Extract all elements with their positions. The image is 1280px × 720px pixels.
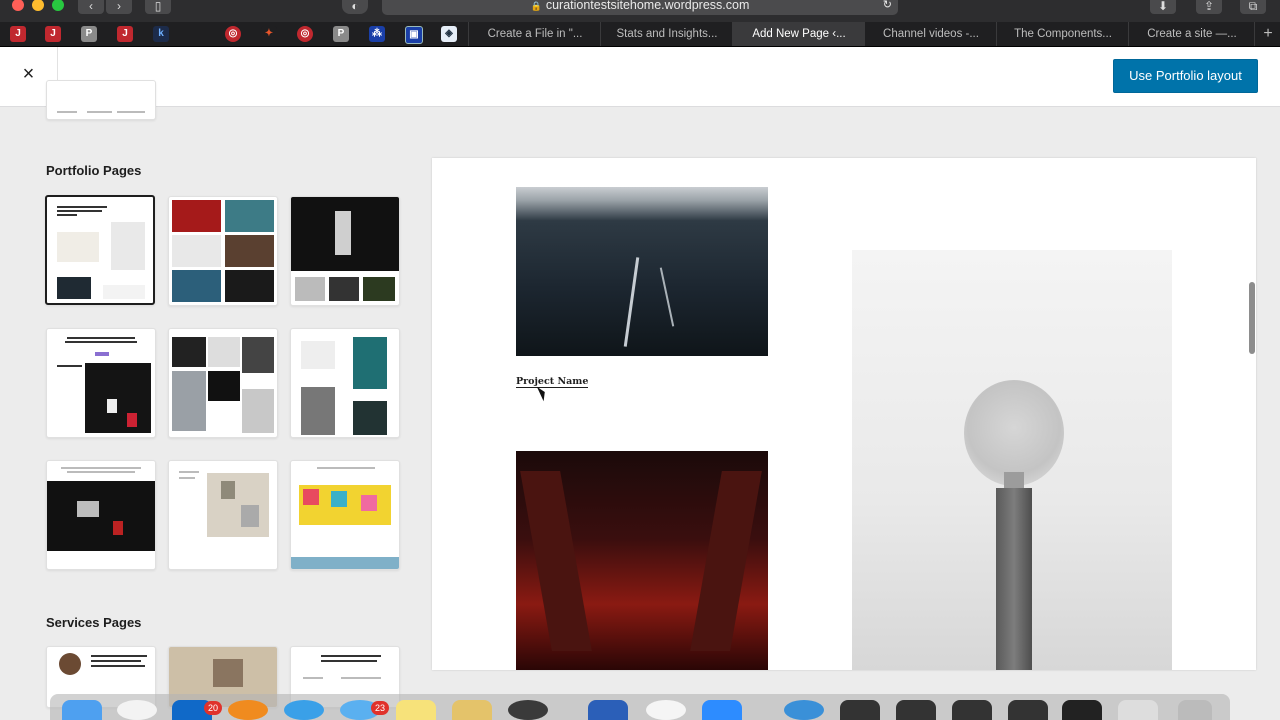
word-icon[interactable]: [588, 700, 628, 720]
layout-thumb-previous[interactable]: [46, 80, 156, 120]
layout-thumb-portfolio-2[interactable]: [168, 196, 278, 306]
address-bar[interactable]: 🔒 curationtestsitehome.wordpress.com ↻: [382, 0, 898, 15]
pinned-tab-icon-1[interactable]: J: [10, 26, 26, 42]
layout-thumb-portfolio-4[interactable]: [46, 328, 156, 438]
minimized-window-1[interactable]: [840, 700, 880, 720]
layout-thumb-portfolio-1[interactable]: [45, 195, 155, 305]
preview-image-tv-tower: [852, 250, 1172, 670]
music-icon[interactable]: [646, 700, 686, 720]
preview-app-icon[interactable]: [452, 700, 492, 720]
pinned-tab-icon-3[interactable]: P: [81, 26, 97, 42]
browser-toolbar: ‹ › ▯ ◐ 🔒 curationtestsitehome.wordpress.…: [0, 0, 1280, 22]
finder-icon[interactable]: [62, 700, 102, 720]
pinned-tab-icon-11[interactable]: ▣: [405, 26, 423, 44]
trash-icon[interactable]: [1178, 700, 1212, 720]
tab-3-active[interactable]: Add New Page ‹...: [732, 22, 865, 46]
lock-icon: 🔒: [530, 1, 542, 11]
close-window-button[interactable]: [12, 0, 24, 11]
minimized-window-3[interactable]: [952, 700, 992, 720]
zoom-icon[interactable]: [702, 700, 742, 720]
pinned-tab-icon-9[interactable]: P: [333, 26, 349, 42]
preview-image-ice-sea: [516, 187, 768, 356]
sidebar-toggle-icon[interactable]: ▯: [145, 0, 171, 14]
minimized-window-5[interactable]: [1062, 700, 1102, 720]
editor-header: × Use Portfolio layout: [0, 47, 1280, 107]
network-icon[interactable]: [784, 700, 824, 720]
reload-icon[interactable]: ↻: [883, 0, 892, 11]
layout-thumb-portfolio-8[interactable]: [168, 460, 278, 570]
pinned-tab-icon-10[interactable]: ⁂: [369, 26, 385, 42]
macos-dock: [50, 694, 1230, 720]
pinned-tab-icon-6[interactable]: ◎: [225, 26, 241, 42]
tab-6[interactable]: Create a site —...: [1128, 22, 1255, 46]
project-name-link[interactable]: Project Name: [516, 376, 589, 388]
back-button[interactable]: ‹: [78, 0, 104, 14]
quicktime-icon[interactable]: [508, 700, 548, 720]
layout-thumb-portfolio-3[interactable]: [290, 196, 400, 306]
chrome-icon[interactable]: [117, 700, 157, 720]
preview-image-red-ceiling: [516, 451, 768, 670]
portfolio-pages-title: Portfolio Pages: [46, 163, 142, 178]
layout-thumb-portfolio-6[interactable]: [290, 328, 400, 438]
use-layout-button[interactable]: Use Portfolio layout: [1113, 59, 1258, 93]
pinned-tab-icon-12[interactable]: ◈: [441, 26, 457, 42]
pinned-tab-icon-8[interactable]: ◎: [297, 26, 313, 42]
layout-thumb-portfolio-7[interactable]: [46, 460, 156, 570]
url-text: curationtestsitehome.wordpress.com: [545, 0, 750, 12]
minimized-window-6[interactable]: [1118, 700, 1158, 720]
minimize-window-button[interactable]: [32, 0, 44, 11]
new-tab-button[interactable]: +: [1254, 22, 1280, 46]
notes-icon[interactable]: [396, 700, 436, 720]
layout-preview: Project Name: [432, 158, 1256, 670]
tab-overview-icon[interactable]: ⧉: [1240, 0, 1266, 14]
outlook-badge: 20: [204, 701, 222, 715]
services-pages-title: Services Pages: [46, 615, 142, 630]
pinned-tab-icon-4[interactable]: J: [117, 26, 133, 42]
layout-thumb-portfolio-9[interactable]: [290, 460, 400, 570]
pinned-tab-icon-2[interactable]: J: [45, 26, 61, 42]
downloads-icon[interactable]: ⬇: [1150, 0, 1176, 14]
firefox-icon[interactable]: [228, 700, 268, 720]
pinned-tab-icon-7[interactable]: ✦: [261, 26, 277, 42]
preview-scrollbar[interactable]: [1249, 282, 1255, 354]
tab-4[interactable]: Channel videos -...: [864, 22, 997, 46]
minimized-window-4[interactable]: [1008, 700, 1048, 720]
privacy-shield-icon[interactable]: ◐: [342, 0, 368, 14]
safari-icon[interactable]: [284, 700, 324, 720]
pinned-tab-icon-5[interactable]: k: [153, 26, 169, 42]
tab-2[interactable]: Stats and Insights...: [600, 22, 733, 46]
zoom-window-button[interactable]: [52, 0, 64, 11]
tab-1[interactable]: Create a File in "...: [468, 22, 601, 46]
share-icon[interactable]: ⇪: [1196, 0, 1222, 14]
layout-thumb-portfolio-5[interactable]: [168, 328, 278, 438]
minimized-window-2[interactable]: [896, 700, 936, 720]
tab-5[interactable]: The Components...: [996, 22, 1129, 46]
messages-badge: 23: [371, 701, 389, 715]
forward-button[interactable]: ›: [106, 0, 132, 14]
